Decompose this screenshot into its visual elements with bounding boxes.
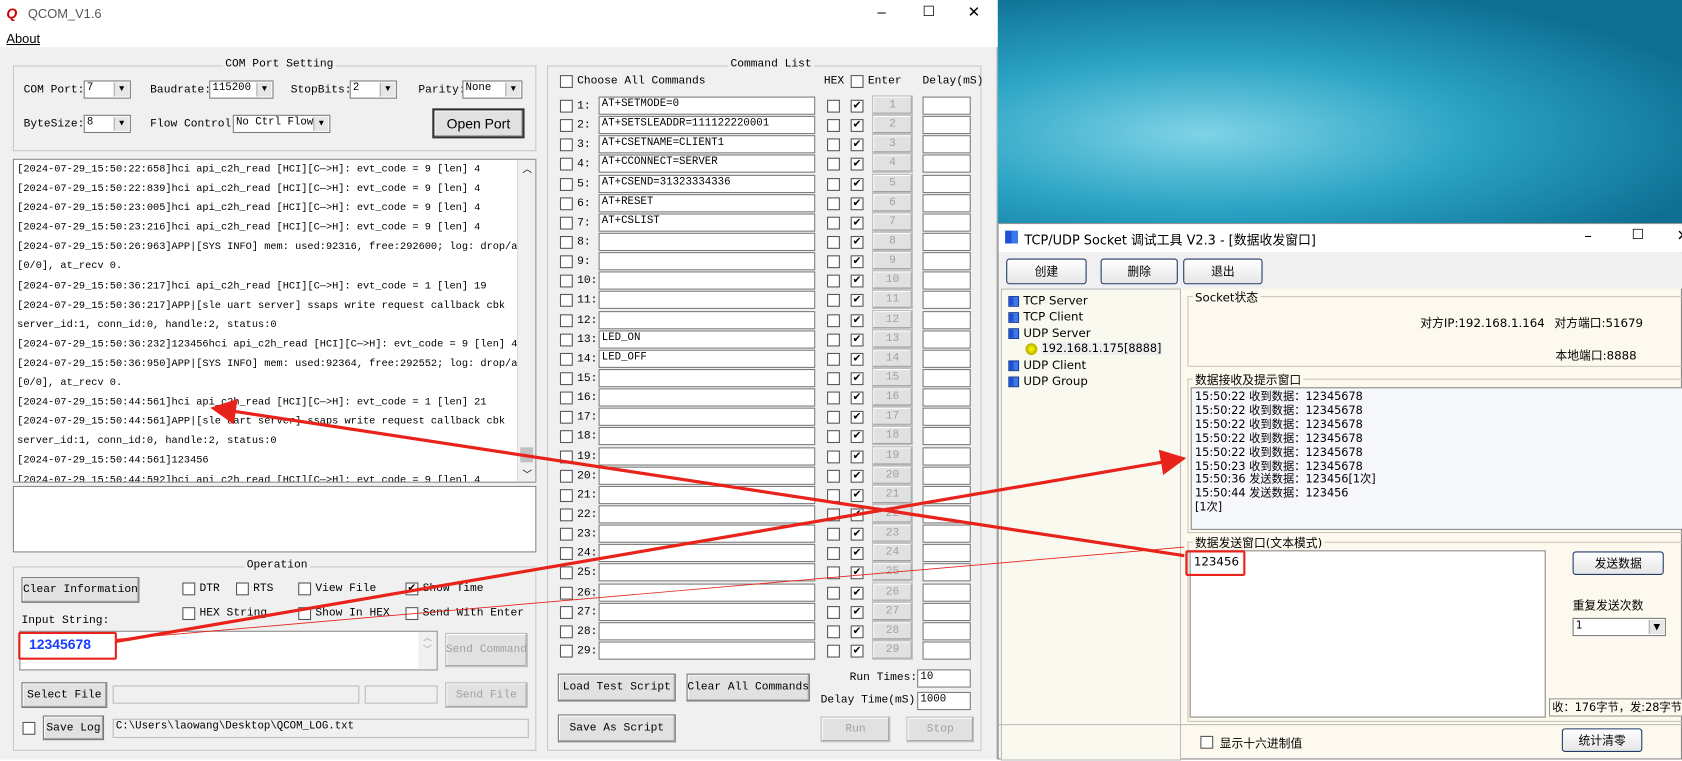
annotation-arrow-to-receive [115,449,1187,644]
annotation-arrows [115,398,1187,644]
annotation-thin-line [115,546,1185,640]
